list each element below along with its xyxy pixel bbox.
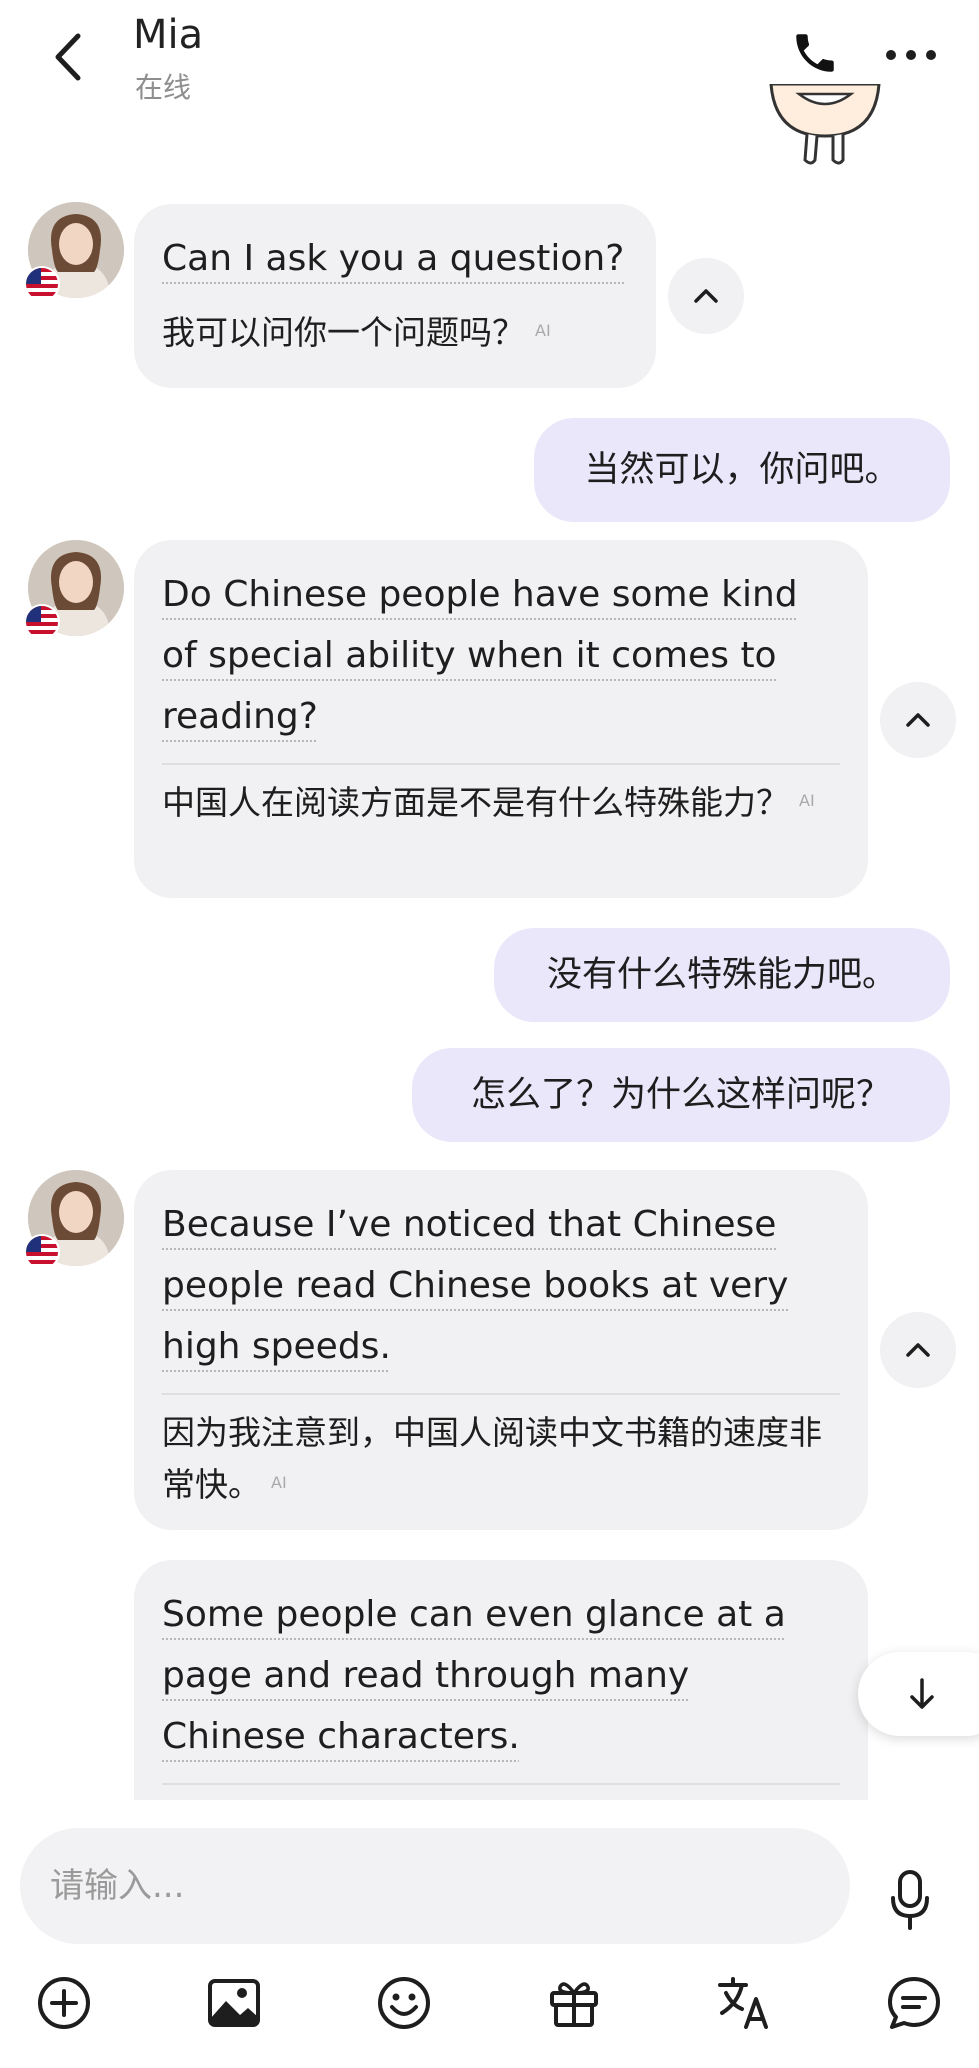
ai-tag: AI [535,321,551,340]
contact-status: 在线 [135,71,192,104]
message-text: 怎么了？为什么这样问呢？ [470,1075,891,1115]
message-bubble-incoming[interactable]: Do Chinese people have some kind of spec… [134,540,868,898]
arrow-down-icon [910,1678,934,1709]
us-flag-icon [24,1234,60,1270]
message-text: Do Chinese people have some kind of spec… [162,574,798,737]
image-icon[interactable] [206,1975,262,2031]
message-bubble-outgoing[interactable]: 当然可以，你问吧。 [534,418,950,522]
message-text: Because I’ve noticed that Chinese people… [162,1204,789,1367]
translate-icon[interactable] [716,1975,772,2031]
message-bubble-incoming[interactable]: Can I ask you a question? 我可以问你一个问题吗？ AI [134,204,656,388]
translation-divider [162,763,840,765]
add-icon[interactable] [36,1975,92,2031]
message-icon[interactable] [886,1975,942,2031]
scroll-to-bottom-button[interactable] [858,1652,979,1736]
contact-name[interactable]: Mia [133,12,203,58]
microphone-icon[interactable] [890,1868,930,1932]
message-text: 当然可以，你问吧。 [584,450,900,490]
message-bubble-outgoing[interactable]: 没有什么特殊能力吧。 [494,928,950,1022]
message-bubble-outgoing[interactable]: 怎么了？为什么这样问呢？ [412,1048,950,1142]
message-translation: 我可以问你一个问题吗？ [162,313,525,352]
us-flag-icon [24,266,60,302]
message-input-placeholder: 请输入... [50,1866,185,1906]
ai-tag: AI [799,791,815,810]
message-text: Some people can even glance at a page an… [162,1594,786,1757]
us-flag-icon [24,604,60,640]
message-text: Can I ask you a question? [162,238,625,279]
more-options-icon[interactable] [884,48,938,62]
collapse-translation-button[interactable] [880,682,956,758]
phone-call-icon[interactable] [790,28,840,78]
message-text: 没有什么特殊能力吧。 [546,955,897,995]
translation-divider [162,1783,840,1785]
message-bubble-incoming[interactable]: Because I’ve noticed that Chinese people… [134,1170,868,1530]
message-translation: 因为我注意到，中国人阅读中文书籍的速度非常快。 [162,1413,822,1504]
message-translation: 中国人在阅读方面是不是有什么特殊能力？ [162,783,789,822]
back-arrow-icon[interactable] [48,30,88,84]
sticker-peek [769,84,881,165]
gift-icon[interactable] [546,1975,602,2031]
collapse-translation-button[interactable] [880,1312,956,1388]
message-bubble-incoming[interactable]: Some people can even glance at a page an… [134,1560,868,1800]
message-input[interactable]: 请输入... [20,1828,850,1944]
translation-divider [162,1393,840,1395]
ai-tag: AI [271,1473,287,1492]
emoji-icon[interactable] [376,1975,432,2031]
collapse-translation-button[interactable] [668,258,744,334]
